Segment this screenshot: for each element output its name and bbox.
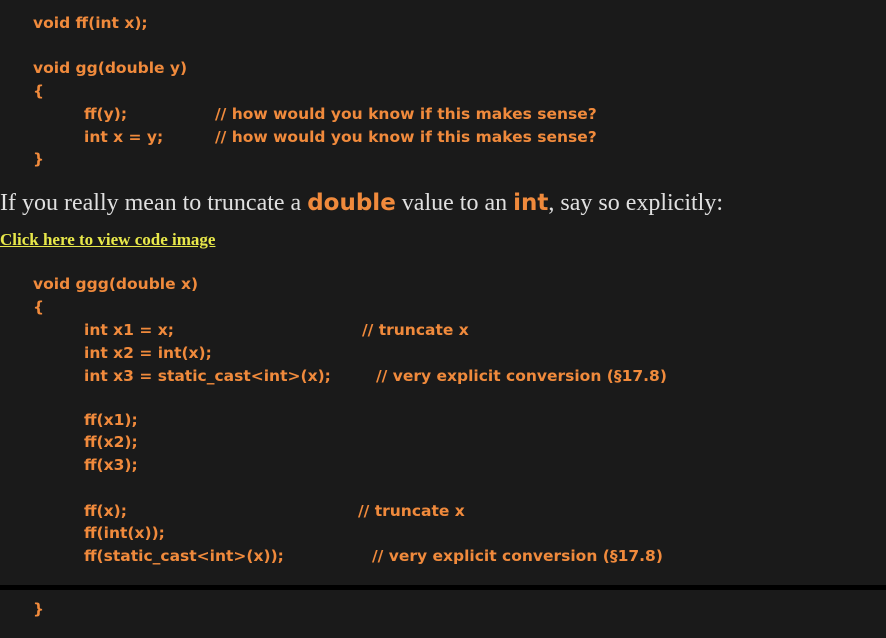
code-line: { xyxy=(33,82,45,100)
code-comment: // very explicit conversion (§17.8) xyxy=(372,547,663,565)
code-comment: // truncate x xyxy=(358,502,465,520)
code-line: ff(x2); xyxy=(84,433,138,451)
code-line: void ggg(double x) xyxy=(33,275,199,293)
code-line: int x1 = x; xyxy=(84,321,174,339)
code-line: ff(x); xyxy=(84,502,127,520)
code-line: ff(x1); xyxy=(84,411,138,429)
code-comment: // how would you know if this makes sens… xyxy=(215,105,597,123)
code-line: int x = y; xyxy=(84,128,164,146)
code-line: int x3 = static_cast<int>(x); xyxy=(84,367,331,385)
code-line: ff(y); xyxy=(84,105,128,123)
code-line: int x2 = int(x); xyxy=(84,344,212,362)
page-divider xyxy=(0,585,886,590)
code-line: ff(x3); xyxy=(84,456,138,474)
code-line: } xyxy=(33,600,45,618)
code-line: { xyxy=(33,298,45,316)
code-line: ff(int(x)); xyxy=(84,524,165,542)
view-code-image-link[interactable]: Click here to view code image xyxy=(0,230,215,250)
code-line: } xyxy=(33,150,45,168)
prose-text: value to an xyxy=(395,190,514,216)
keyword-int: int xyxy=(513,190,549,216)
code-line: void ff(int x); xyxy=(33,14,148,32)
prose-text: , say so explicitly: xyxy=(548,190,724,216)
code-comment: // how would you know if this makes sens… xyxy=(215,128,597,146)
code-comment: // very explicit conversion (§17.8) xyxy=(376,367,667,385)
prose-text: If you really mean to truncate a xyxy=(0,190,308,216)
prose-paragraph: If you really mean to truncate a double … xyxy=(0,190,723,217)
code-line: void gg(double y) xyxy=(33,59,188,77)
keyword-double: double xyxy=(307,190,396,216)
code-comment: // truncate x xyxy=(362,321,469,339)
code-line: ff(static_cast<int>(x)); xyxy=(84,547,284,565)
